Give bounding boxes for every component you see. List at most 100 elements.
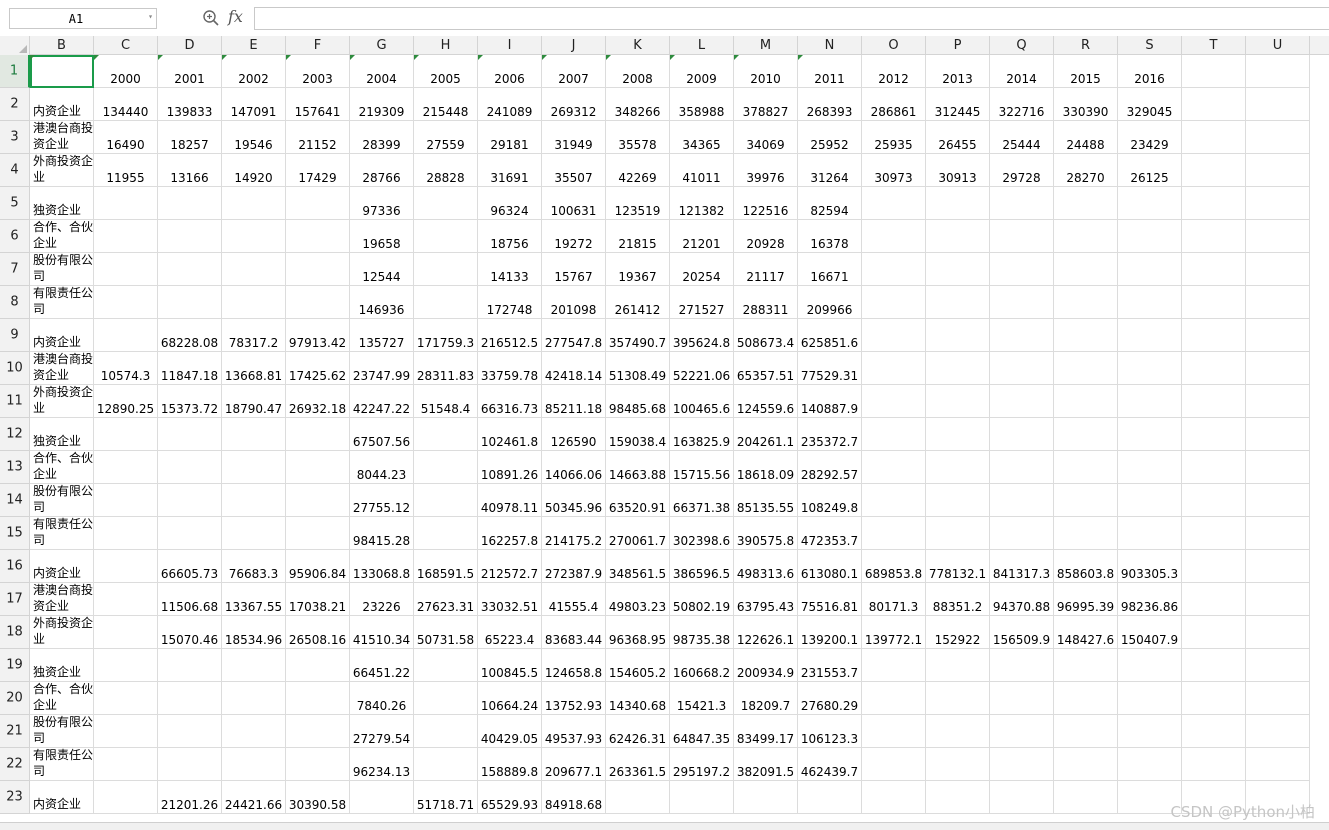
cell-d8[interactable] bbox=[158, 286, 222, 319]
cell-q9[interactable] bbox=[990, 319, 1054, 352]
cell-k6[interactable]: 21815 bbox=[606, 220, 670, 253]
column-header-t[interactable]: T bbox=[1182, 36, 1246, 55]
cell-f10[interactable]: 17425.62 bbox=[286, 352, 350, 385]
cell-f8[interactable] bbox=[286, 286, 350, 319]
cell-g8[interactable]: 146936 bbox=[350, 286, 414, 319]
cell-r3[interactable]: 24488 bbox=[1054, 121, 1118, 154]
cell-d7[interactable] bbox=[158, 253, 222, 286]
cell-o16[interactable]: 689853.8 bbox=[862, 550, 926, 583]
cell-h5[interactable] bbox=[414, 187, 478, 220]
cell-i23[interactable]: 65529.93 bbox=[478, 781, 542, 814]
cell-e5[interactable] bbox=[222, 187, 286, 220]
cell-s6[interactable] bbox=[1118, 220, 1182, 253]
cell-n5[interactable]: 82594 bbox=[798, 187, 862, 220]
cell-c6[interactable] bbox=[94, 220, 158, 253]
cell-d22[interactable] bbox=[158, 748, 222, 781]
cell-j1[interactable]: 2007 bbox=[542, 55, 606, 88]
cell-l14[interactable]: 66371.38 bbox=[670, 484, 734, 517]
cell-u4[interactable] bbox=[1246, 154, 1310, 187]
cell-k1[interactable]: 2008 bbox=[606, 55, 670, 88]
cell-n1[interactable]: 2011 bbox=[798, 55, 862, 88]
column-header-l[interactable]: L bbox=[670, 36, 734, 55]
cell-h18[interactable]: 50731.58 bbox=[414, 616, 478, 649]
cell-b17[interactable]: 港澳台商投资企业 bbox=[30, 583, 94, 616]
cell-u21[interactable] bbox=[1246, 715, 1310, 748]
cell-e17[interactable]: 13367.55 bbox=[222, 583, 286, 616]
cell-f21[interactable] bbox=[286, 715, 350, 748]
cell-m18[interactable]: 122626.1 bbox=[734, 616, 798, 649]
cell-j3[interactable]: 31949 bbox=[542, 121, 606, 154]
cell-t6[interactable] bbox=[1182, 220, 1246, 253]
cell-g23[interactable] bbox=[350, 781, 414, 814]
cell-n8[interactable]: 209966 bbox=[798, 286, 862, 319]
cell-f6[interactable] bbox=[286, 220, 350, 253]
row-header-16[interactable]: 16 bbox=[0, 550, 30, 583]
cell-j22[interactable]: 209677.1 bbox=[542, 748, 606, 781]
cell-e12[interactable] bbox=[222, 418, 286, 451]
cell-f14[interactable] bbox=[286, 484, 350, 517]
cell-i16[interactable]: 212572.7 bbox=[478, 550, 542, 583]
cell-g5[interactable]: 97336 bbox=[350, 187, 414, 220]
cell-m13[interactable]: 18618.09 bbox=[734, 451, 798, 484]
cell-n15[interactable]: 472353.7 bbox=[798, 517, 862, 550]
cell-m2[interactable]: 378827 bbox=[734, 88, 798, 121]
cell-p7[interactable] bbox=[926, 253, 990, 286]
row-header-13[interactable]: 13 bbox=[0, 451, 30, 484]
cell-m11[interactable]: 124559.6 bbox=[734, 385, 798, 418]
cell-k4[interactable]: 42269 bbox=[606, 154, 670, 187]
column-header-i[interactable]: I bbox=[478, 36, 542, 55]
select-all-corner[interactable] bbox=[0, 36, 30, 55]
cell-s22[interactable] bbox=[1118, 748, 1182, 781]
cell-l5[interactable]: 121382 bbox=[670, 187, 734, 220]
cell-p12[interactable] bbox=[926, 418, 990, 451]
cell-i10[interactable]: 33759.78 bbox=[478, 352, 542, 385]
row-header-9[interactable]: 9 bbox=[0, 319, 30, 352]
cell-k23[interactable] bbox=[606, 781, 670, 814]
cell-j5[interactable]: 100631 bbox=[542, 187, 606, 220]
cell-k9[interactable]: 357490.7 bbox=[606, 319, 670, 352]
cell-m1[interactable]: 2010 bbox=[734, 55, 798, 88]
cell-n18[interactable]: 139200.1 bbox=[798, 616, 862, 649]
row-header-18[interactable]: 18 bbox=[0, 616, 30, 649]
cell-d18[interactable]: 15070.46 bbox=[158, 616, 222, 649]
cell-c11[interactable]: 12890.25 bbox=[94, 385, 158, 418]
cell-m23[interactable] bbox=[734, 781, 798, 814]
cell-l23[interactable] bbox=[670, 781, 734, 814]
cell-p15[interactable] bbox=[926, 517, 990, 550]
cell-d10[interactable]: 11847.18 bbox=[158, 352, 222, 385]
cell-m7[interactable]: 21117 bbox=[734, 253, 798, 286]
cell-c12[interactable] bbox=[94, 418, 158, 451]
cell-f23[interactable]: 30390.58 bbox=[286, 781, 350, 814]
cell-s12[interactable] bbox=[1118, 418, 1182, 451]
cell-n4[interactable]: 31264 bbox=[798, 154, 862, 187]
cell-e1[interactable]: 2002 bbox=[222, 55, 286, 88]
cell-b3[interactable]: 港澳台商投资企业 bbox=[30, 121, 94, 154]
cell-s9[interactable] bbox=[1118, 319, 1182, 352]
cell-l16[interactable]: 386596.5 bbox=[670, 550, 734, 583]
cell-o7[interactable] bbox=[862, 253, 926, 286]
cell-g16[interactable]: 133068.8 bbox=[350, 550, 414, 583]
cell-r11[interactable] bbox=[1054, 385, 1118, 418]
cell-i22[interactable]: 158889.8 bbox=[478, 748, 542, 781]
cell-q6[interactable] bbox=[990, 220, 1054, 253]
row-header-2[interactable]: 2 bbox=[0, 88, 30, 121]
cell-g10[interactable]: 23747.99 bbox=[350, 352, 414, 385]
cell-s3[interactable]: 23429 bbox=[1118, 121, 1182, 154]
cell-p18[interactable]: 152922 bbox=[926, 616, 990, 649]
cell-k8[interactable]: 261412 bbox=[606, 286, 670, 319]
cell-f2[interactable]: 157641 bbox=[286, 88, 350, 121]
cell-q11[interactable] bbox=[990, 385, 1054, 418]
cell-l17[interactable]: 50802.19 bbox=[670, 583, 734, 616]
cell-r13[interactable] bbox=[1054, 451, 1118, 484]
cell-h19[interactable] bbox=[414, 649, 478, 682]
cell-r6[interactable] bbox=[1054, 220, 1118, 253]
cell-u16[interactable] bbox=[1246, 550, 1310, 583]
column-header-k[interactable]: K bbox=[606, 36, 670, 55]
cell-u17[interactable] bbox=[1246, 583, 1310, 616]
cell-h9[interactable]: 171759.3 bbox=[414, 319, 478, 352]
cell-n17[interactable]: 75516.81 bbox=[798, 583, 862, 616]
cell-t1[interactable] bbox=[1182, 55, 1246, 88]
cell-t5[interactable] bbox=[1182, 187, 1246, 220]
cell-c18[interactable] bbox=[94, 616, 158, 649]
row-header-23[interactable]: 23 bbox=[0, 781, 30, 814]
